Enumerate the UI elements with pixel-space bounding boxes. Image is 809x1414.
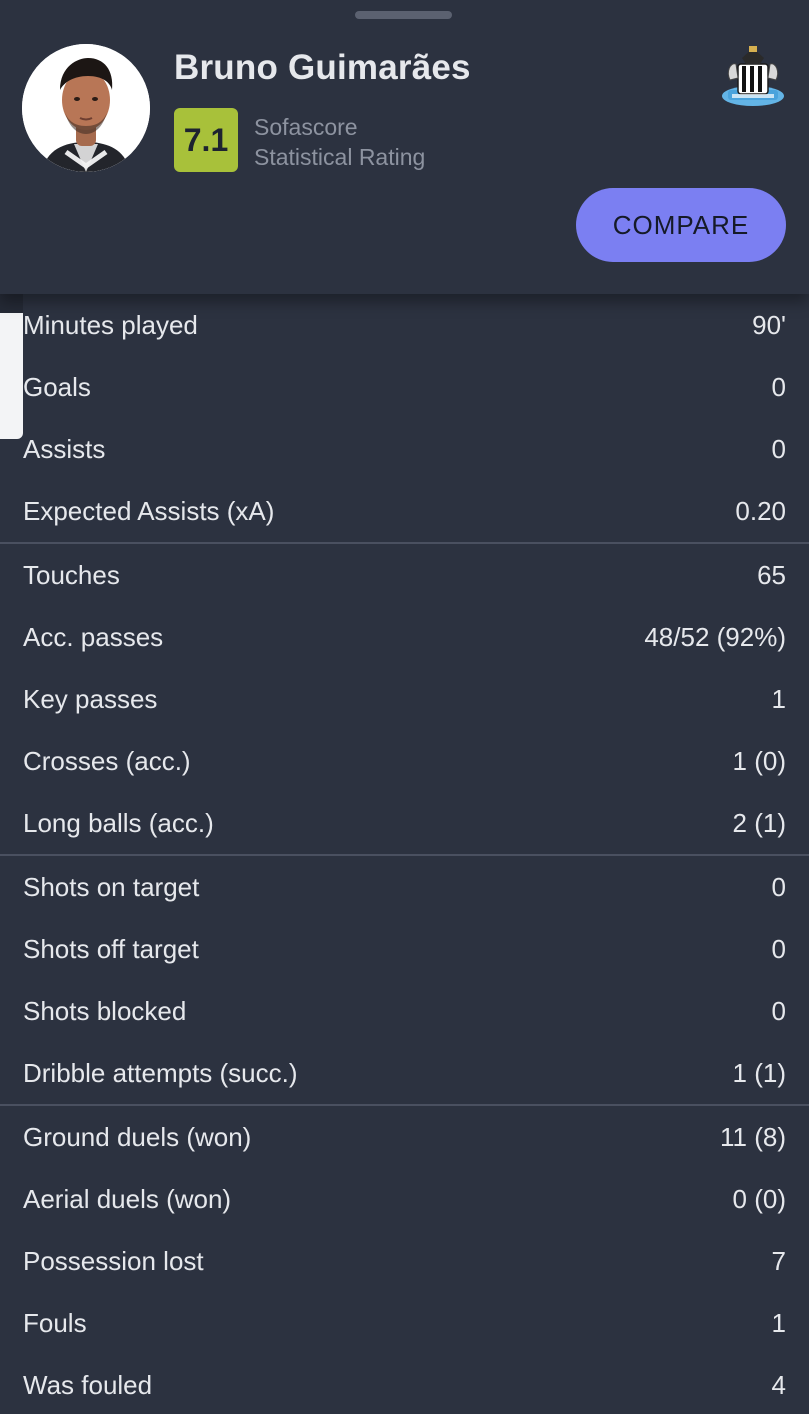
stat-value: 0 <box>771 933 786 964</box>
stat-row[interactable]: Fouls 1 <box>0 1292 809 1354</box>
stat-label: Key passes <box>23 683 158 714</box>
stat-value: 90' <box>752 309 786 340</box>
stat-row[interactable]: Goals 0 <box>0 356 809 418</box>
stat-label: Crosses (acc.) <box>23 745 191 776</box>
stat-row[interactable]: Dribble attempts (succ.) 1 (1) <box>0 1042 809 1104</box>
rating-label-source: Sofascore <box>254 114 358 140</box>
rating-label: Sofascore Statistical Rating <box>254 112 425 172</box>
stats-list: Minutes played 90' Goals 0 Assists 0 Expected … <box>0 294 809 1414</box>
stat-label: Shots off target <box>23 933 199 964</box>
stat-row[interactable]: Aerial duels (won) 0 (0) <box>0 1168 809 1230</box>
stat-row[interactable]: Ground duels (won) 11 (8) <box>0 1106 809 1168</box>
stat-label: Shots blocked <box>23 995 187 1026</box>
stat-row[interactable]: Was fouled 4 <box>0 1354 809 1414</box>
stat-label: Aerial duels (won) <box>23 1183 232 1214</box>
newcastle-crest-icon[interactable] <box>720 44 786 110</box>
compare-button[interactable]: COMPARE <box>576 188 786 262</box>
stat-value: 65 <box>757 559 786 590</box>
player-avatar <box>22 44 150 172</box>
player-header: Bruno Guimarães 7.1 Sofascore Statistica… <box>0 0 809 294</box>
stat-value: 0.20 <box>735 495 786 526</box>
stat-value: 7 <box>771 1245 786 1276</box>
stat-label: Was fouled <box>23 1369 153 1400</box>
stat-row[interactable]: Shots on target 0 <box>0 856 809 918</box>
stat-row[interactable]: Minutes played 90' <box>0 294 809 356</box>
stat-row[interactable]: Acc. passes 48/52 (92%) <box>0 606 809 668</box>
stat-row[interactable]: Assists 0 <box>0 418 809 480</box>
stat-label: Assists <box>23 433 106 464</box>
stat-label: Long balls (acc.) <box>23 807 214 838</box>
stat-label: Goals <box>23 371 91 402</box>
stat-value: 1 (1) <box>732 1057 786 1088</box>
stat-label: Fouls <box>23 1307 87 1338</box>
stat-row[interactable]: Key passes 1 <box>0 668 809 730</box>
stat-row[interactable]: Expected Assists (xA) 0.20 <box>0 480 809 542</box>
sheet-drag-handle[interactable] <box>355 11 452 19</box>
stat-group: Ground duels (won) 11 (8) Aerial duels (wo… <box>0 1106 809 1414</box>
stat-value: 1 <box>771 683 786 714</box>
stat-row[interactable]: Touches 65 <box>0 544 809 606</box>
stat-label: Shots on target <box>23 871 200 902</box>
stat-value: 4 <box>771 1369 786 1400</box>
stat-value: 1 (0) <box>732 745 786 776</box>
stat-row[interactable]: Shots off target 0 <box>0 918 809 980</box>
stat-row[interactable]: Long balls (acc.) 2 (1) <box>0 792 809 854</box>
stat-value: 0 <box>771 371 786 402</box>
stat-value: 48/52 (92%) <box>644 621 786 652</box>
stat-group: Shots on target 0 Shots off target 0 Shots b… <box>0 856 809 1106</box>
stat-label: Touches <box>23 559 120 590</box>
rating-badge[interactable]: 7.1 <box>174 108 238 172</box>
stat-label: Ground duels (won) <box>23 1121 252 1152</box>
stat-value: 11 (8) <box>720 1121 786 1152</box>
stat-label: Acc. passes <box>23 621 164 652</box>
stat-value: 0 (0) <box>732 1183 786 1214</box>
player-stats-sheet: Bruno Guimarães 7.1 Sofascore Statistica… <box>0 0 809 1414</box>
stat-value: 0 <box>771 871 786 902</box>
stat-row[interactable]: Crosses (acc.) 1 (0) <box>0 730 809 792</box>
player-photo-icon <box>22 44 150 172</box>
stat-group: Minutes played 90' Goals 0 Assists 0 Expected … <box>0 294 809 544</box>
stat-label: Expected Assists (xA) <box>23 495 275 526</box>
stat-value: 1 <box>771 1307 786 1338</box>
stat-label: Minutes played <box>23 309 198 340</box>
stat-row[interactable]: Possession lost 7 <box>0 1230 809 1292</box>
stat-row[interactable]: Shots blocked 0 <box>0 980 809 1042</box>
side-drawer-tab-light <box>0 313 23 439</box>
stat-label: Dribble attempts (succ.) <box>23 1057 298 1088</box>
stat-value: 2 (1) <box>732 807 786 838</box>
rating-label-type: Statistical Rating <box>254 144 426 170</box>
stat-group: Touches 65 Acc. passes 48/52 (92%) Key passe… <box>0 544 809 856</box>
stat-value: 0 <box>771 433 786 464</box>
stat-label: Possession lost <box>23 1245 204 1276</box>
player-name: Bruno Guimarães <box>174 48 471 87</box>
stat-value: 0 <box>771 995 786 1026</box>
